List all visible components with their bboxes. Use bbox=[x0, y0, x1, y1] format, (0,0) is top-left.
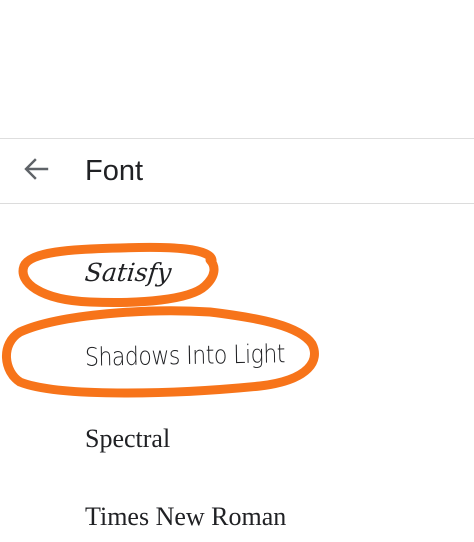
back-button[interactable] bbox=[12, 147, 60, 195]
font-item-satisfy[interactable]: Satisfy bbox=[0, 246, 474, 322]
page-title: Font bbox=[85, 155, 144, 187]
font-item-shadows-into-light[interactable]: Shadows Into Light bbox=[0, 330, 474, 406]
font-item-times-new-roman[interactable]: Times New Roman bbox=[0, 484, 474, 542]
font-item-label: Times New Roman bbox=[85, 502, 287, 531]
arrow-left-icon bbox=[23, 157, 49, 186]
toolbar-divider bbox=[0, 203, 474, 204]
font-picker-screen: Roboto Mono Satisfy Shadows Into Light S… bbox=[0, 0, 474, 542]
font-item-label: Satisfy bbox=[83, 258, 173, 287]
font-list[interactable]: Roboto Mono Satisfy Shadows Into Light S… bbox=[0, 0, 474, 542]
font-item-spectral[interactable]: Spectral bbox=[0, 406, 474, 482]
top-app-bar: Font bbox=[0, 139, 474, 203]
font-item-label: Shadows Into Light bbox=[84, 340, 286, 373]
font-item-label: Spectral bbox=[85, 424, 171, 453]
